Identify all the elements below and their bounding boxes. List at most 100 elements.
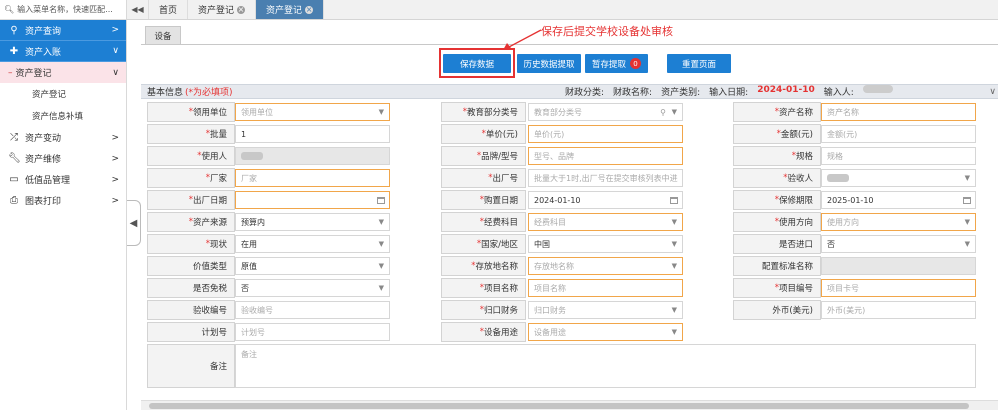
input-date-value: 2024-01-10	[757, 85, 815, 95]
sidebar-item-asset-info-fill[interactable]: 资产信息补填	[0, 105, 126, 127]
form-field[interactable]: 中国 ▼	[528, 235, 683, 253]
field-placeholder: 资产名称	[827, 107, 859, 117]
sidebar-item-low-value[interactable]: ▭ 低值品管理 >	[0, 169, 126, 190]
form-field[interactable]: 原值 ▼	[235, 257, 390, 275]
field-label-text: 金额(元)	[780, 130, 813, 140]
field-value: 中国	[534, 239, 550, 249]
dropdown-caret-icon[interactable]: ▼	[672, 328, 677, 336]
dropdown-caret-icon[interactable]: ▼	[672, 306, 677, 314]
form-field[interactable]: 1	[235, 125, 390, 143]
field-label: * 教育部分类号	[441, 102, 526, 122]
dropdown-caret-icon[interactable]: ▼	[379, 284, 384, 292]
form-field[interactable]: 否 ▼	[235, 279, 390, 297]
tab-equipment[interactable]: 设备	[145, 26, 181, 44]
dropdown-caret-icon[interactable]: ▼	[672, 240, 677, 248]
chevron-down-icon[interactable]: ∨	[989, 87, 996, 97]
sidebar-item-asset-register[interactable]: 资产登记	[0, 83, 126, 105]
form-field[interactable]: 存放地名称 ▼	[528, 257, 683, 275]
dropdown-caret-icon[interactable]: ▼	[672, 262, 677, 270]
form-field[interactable]	[235, 147, 390, 165]
field-label-text: 设备用途	[483, 328, 518, 338]
form-field[interactable]: 归口财务 ▼	[528, 301, 683, 319]
divider	[141, 44, 998, 45]
form-field[interactable]: 领用单位 ▼	[235, 103, 390, 121]
draft-extract-button[interactable]: 暂存提取 0	[585, 54, 648, 73]
scrollbar-thumb[interactable]	[149, 403, 969, 409]
input-person-value	[862, 85, 893, 93]
horizontal-scrollbar[interactable]	[141, 400, 998, 410]
close-icon[interactable]: ×	[305, 5, 314, 14]
form-field[interactable]: 使用方向 ▼	[821, 213, 976, 231]
search-icon[interactable]: ⚲	[660, 108, 666, 117]
field-placeholder: 外币(美元)	[827, 305, 866, 315]
field-label-text: 归口财务	[483, 306, 518, 316]
form-field[interactable]: 验收编号	[235, 301, 390, 319]
form-field[interactable]: 规格	[821, 147, 976, 165]
menu-search-input[interactable]: 输入菜单名称，快速匹配...	[17, 4, 113, 15]
form-row: 验收编号 验收编号 * 归口财务 归口财务 ▼ 外币(美元) 外币(美元)	[147, 300, 987, 320]
dropdown-caret-icon[interactable]: ▼	[672, 108, 677, 116]
sidebar-item-asset-query[interactable]: ⚲ 资产查询 >	[0, 20, 126, 41]
close-icon[interactable]: ×	[237, 5, 246, 14]
field-placeholder: 归口财务	[534, 305, 566, 315]
field-label: 配置标准名称	[733, 256, 821, 276]
sidebar-item-asset-register-group[interactable]: – 资产登记 ∨	[0, 62, 126, 83]
dropdown-caret-icon[interactable]: ▼	[379, 262, 384, 270]
sidebar-item-print[interactable]: ⎙ 图表打印 >	[0, 190, 126, 211]
form-field[interactable]: 教育部分类号 ▼ ⚲	[528, 103, 683, 121]
form-field[interactable]: 经费科目 ▼	[528, 213, 683, 231]
form-field[interactable]: 资产名称	[821, 103, 976, 121]
form-field[interactable]: ▼	[821, 169, 976, 187]
form-field[interactable]: 预算内 ▼	[235, 213, 390, 231]
field-label: * 出厂号	[441, 168, 526, 188]
field-label: 计划号	[147, 322, 235, 342]
dropdown-caret-icon[interactable]: ▼	[379, 240, 384, 248]
dropdown-caret-icon[interactable]: ▼	[965, 218, 970, 226]
form-field[interactable]: 外币(美元)	[821, 301, 976, 319]
form-field[interactable]: 在用 ▼	[235, 235, 390, 253]
sidebar-item-asset-entry[interactable]: ✚ 资产入账 ∨	[0, 41, 126, 62]
dropdown-caret-icon[interactable]: ▼	[379, 218, 384, 226]
field-label-text: 是否进口	[778, 240, 813, 250]
field-value: 预算内	[241, 217, 265, 227]
dropdown-caret-icon[interactable]: ▼	[379, 108, 384, 116]
calendar-icon[interactable]	[670, 196, 678, 204]
form-field[interactable]: 金额(元)	[821, 125, 976, 143]
form-field[interactable]: 设备用途 ▼	[528, 323, 683, 341]
form-field[interactable]: 计划号	[235, 323, 390, 341]
dropdown-caret-icon[interactable]: ▼	[965, 174, 970, 182]
dropdown-caret-icon[interactable]: ▼	[965, 240, 970, 248]
form-row: * 厂家 厂家 * 出厂号 批量大于1时,出厂号在提交审核列表中进 * 验收人 ▼	[147, 168, 987, 188]
sidebar-item-asset-change[interactable]: ⤮ 资产变动 >	[0, 127, 126, 148]
form-field[interactable]: 2025-01-10	[821, 191, 976, 209]
tab-scroll-left-button[interactable]: ◀◀	[127, 0, 149, 19]
remark-textarea[interactable]: 备注	[235, 344, 976, 388]
form-field[interactable]: 项目名称	[528, 279, 683, 297]
field-label: * 项目编号	[733, 278, 821, 298]
field-placeholder: 单价(元)	[534, 129, 565, 139]
field-label-text: 是否免税	[192, 284, 227, 294]
history-extract-button[interactable]: 历史数据提取	[517, 54, 581, 73]
form-field[interactable]: 2024-01-10	[528, 191, 683, 209]
form-field[interactable]	[821, 257, 976, 275]
tab-asset-register-1[interactable]: 资产登记 ×	[188, 0, 257, 19]
calendar-icon[interactable]	[377, 196, 385, 204]
form-field[interactable]: 单价(元)	[528, 125, 683, 143]
menu-search[interactable]: 🔍︎ 输入菜单名称，快速匹配...	[0, 0, 126, 20]
dropdown-caret-icon[interactable]: ▼	[672, 218, 677, 226]
tab-asset-register-2[interactable]: 资产登记 ×	[256, 0, 325, 19]
tab-home[interactable]: 首页	[149, 0, 189, 19]
reset-button[interactable]: 重置页面	[667, 54, 731, 73]
form-field[interactable]: 型号、品牌	[528, 147, 683, 165]
form-field[interactable]: 批量大于1时,出厂号在提交审核列表中进	[528, 169, 683, 187]
field-placeholder: 存放地名称	[534, 261, 574, 271]
sidebar-collapse-toggle[interactable]: ◀	[127, 200, 141, 246]
form-field[interactable]: 厂家	[235, 169, 390, 187]
field-label: 验收编号	[147, 300, 235, 320]
field-placeholder: 厂家	[241, 173, 257, 183]
form-field[interactable]: 否 ▼	[821, 235, 976, 253]
form-field[interactable]: 项目卡号	[821, 279, 976, 297]
calendar-icon[interactable]	[963, 196, 971, 204]
sidebar-item-asset-repair[interactable]: 🔧︎ 资产维修 >	[0, 148, 126, 169]
form-field[interactable]	[235, 191, 390, 209]
